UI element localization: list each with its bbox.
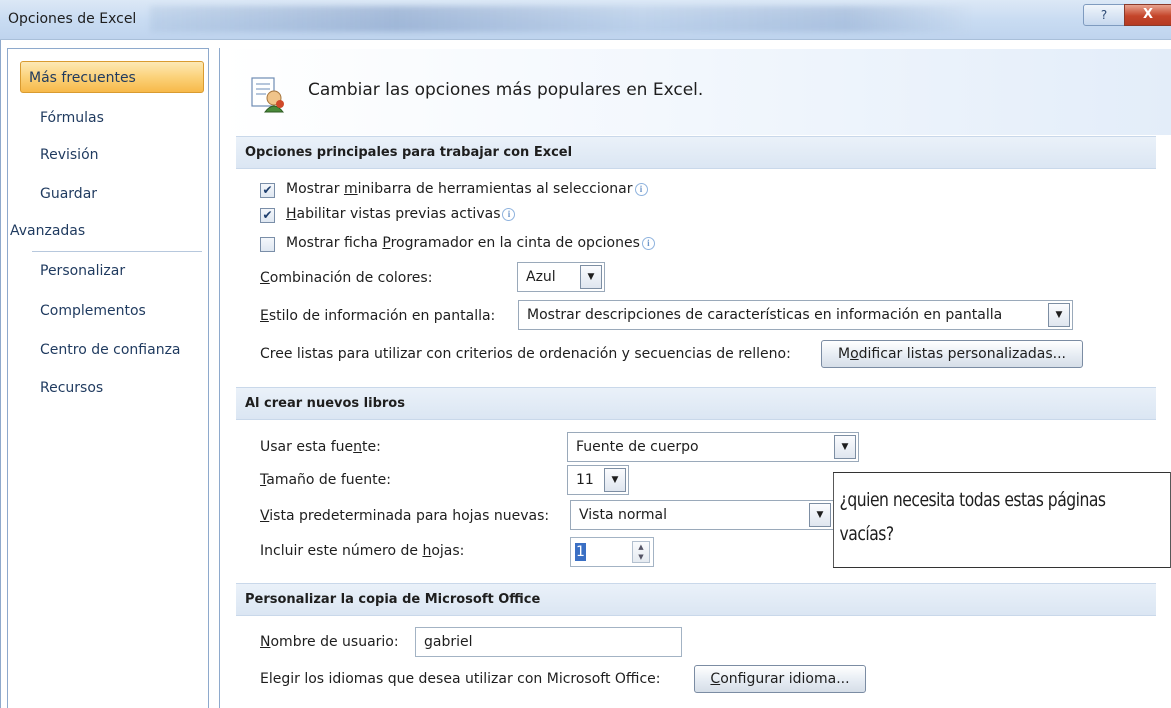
- font-size-label: Tamaño de fuente:: [260, 472, 391, 488]
- options-page-icon: [248, 76, 288, 114]
- window-left-border: [0, 40, 1, 708]
- default-view-label: Vista predeterminada para hojas nuevas:: [260, 508, 550, 524]
- screentip-style-value: Mostrar descripciones de características…: [527, 307, 1003, 323]
- chevron-down-icon[interactable]: ▼: [580, 265, 602, 289]
- sidebar-item-revision[interactable]: Revisión: [8, 139, 206, 171]
- language-label: Elegir los idiomas que desea utilizar co…: [260, 671, 661, 687]
- chevron-down-icon[interactable]: ▼: [809, 503, 831, 527]
- info-icon[interactable]: i: [641, 237, 655, 250]
- stepper-arrows-icon[interactable]: ▲ ▼: [632, 541, 650, 563]
- screentip-style-label: Estilo de información en pantalla:: [260, 308, 496, 324]
- sidebar-item-avanzadas[interactable]: Avanzadas: [2, 215, 200, 247]
- chevron-down-icon[interactable]: ▼: [604, 468, 626, 492]
- default-view-value: Vista normal: [579, 507, 668, 523]
- default-view-select[interactable]: Vista normal ▼: [570, 500, 834, 530]
- user-name-label: Nombre de usuario:: [260, 634, 399, 650]
- section-header-opciones-principales: Opciones principales para trabajar con E…: [236, 136, 1156, 169]
- sidebar-separator: [32, 251, 202, 252]
- help-button[interactable]: ?: [1083, 4, 1125, 26]
- sidebar-item-personalizar[interactable]: Personalizar: [8, 255, 206, 287]
- annotation-callout: ¿quien necesita todas estas páginas vací…: [833, 472, 1171, 568]
- developer-tab-checkbox[interactable]: [260, 237, 275, 252]
- window-title: Opciones de Excel: [8, 11, 137, 27]
- sidebar-item-mas-frecuentes[interactable]: Más frecuentes: [20, 61, 204, 93]
- live-preview-option-label: Habilitar vistas previas activas i: [286, 206, 516, 222]
- chevron-down-icon[interactable]: ▼: [1048, 303, 1070, 327]
- annotation-line-2: vacías?: [839, 523, 895, 545]
- sheet-count-stepper[interactable]: 1 ▲ ▼: [570, 537, 654, 567]
- font-select[interactable]: Fuente de cuerpo ▼: [567, 432, 859, 462]
- color-scheme-select[interactable]: Azul ▼: [517, 262, 605, 292]
- info-icon[interactable]: i: [634, 183, 648, 196]
- minibar-checkbox[interactable]: ✔: [260, 183, 275, 198]
- custom-lists-label: Cree listas para utilizar con criterios …: [260, 346, 791, 362]
- screentip-style-select[interactable]: Mostrar descripciones de características…: [518, 300, 1073, 330]
- minibar-option-label: Mostrar minibarra de herramientas al sel…: [286, 181, 648, 197]
- sidebar-item-complementos[interactable]: Complementos: [8, 295, 206, 327]
- color-scheme-label: Combinación de colores:: [260, 270, 433, 286]
- sidebar-item-centro-de-confianza[interactable]: Centro de confianza: [8, 334, 206, 366]
- developer-tab-option-label: Mostrar ficha Programador en la cinta de…: [286, 235, 655, 251]
- chevron-down-icon[interactable]: ▼: [834, 435, 856, 459]
- live-preview-checkbox[interactable]: ✔: [260, 208, 275, 223]
- font-value: Fuente de cuerpo: [576, 439, 699, 455]
- edit-custom-lists-button[interactable]: Modificar listas personalizadas...: [821, 340, 1083, 368]
- language-settings-button[interactable]: Configurar idioma...: [694, 665, 866, 693]
- sheet-count-value: 1: [575, 543, 586, 561]
- font-size-value: 11: [576, 472, 594, 488]
- title-bar-blur: [150, 6, 970, 32]
- color-scheme-value: Azul: [526, 269, 556, 285]
- title-bar: Opciones de Excel ? X: [0, 0, 1171, 40]
- font-size-select[interactable]: 11 ▼: [567, 465, 629, 495]
- user-name-input[interactable]: gabriel: [415, 627, 682, 657]
- section-header-nuevos-libros: Al crear nuevos libros: [236, 387, 1156, 420]
- sidebar-item-guardar[interactable]: Guardar: [8, 178, 206, 210]
- sheet-count-label: Incluir este número de hojas:: [260, 543, 465, 559]
- sidebar-item-formulas[interactable]: Fórmulas: [8, 102, 206, 134]
- annotation-line-1: ¿quien necesita todas estas páginas: [839, 489, 1106, 511]
- font-label: Usar esta fuente:: [260, 439, 381, 455]
- sidebar-item-recursos[interactable]: Recursos: [8, 372, 206, 404]
- page-title: Cambiar las opciones más populares en Ex…: [308, 80, 704, 100]
- close-button[interactable]: X: [1124, 4, 1171, 26]
- info-icon[interactable]: i: [502, 208, 516, 221]
- section-header-personalizar-office: Personalizar la copia de Microsoft Offic…: [236, 583, 1156, 616]
